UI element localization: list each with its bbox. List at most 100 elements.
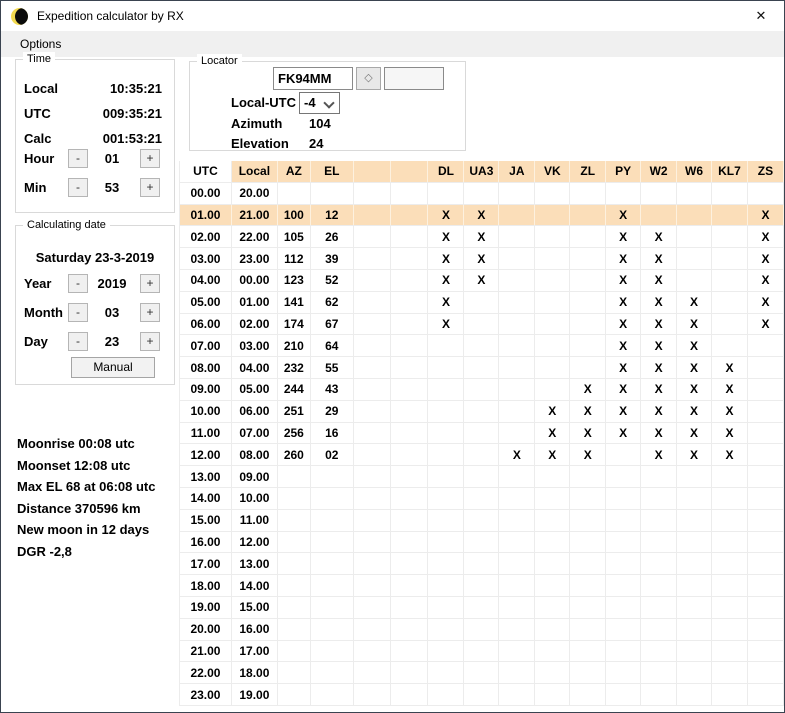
schedule-table: UTCLocalAZELDLUA3JAVKZLPYW2W6KL7ZS00.002… (179, 161, 784, 706)
moonset-info: Moonset 12:08 utc (17, 455, 156, 477)
column-header: UTC (180, 161, 232, 182)
table-cell (353, 313, 390, 335)
table-cell (464, 487, 499, 509)
close-button[interactable]: ✕ (750, 7, 772, 25)
table-cell (606, 509, 641, 531)
table-cell: 105 (277, 226, 310, 248)
table-cell (353, 204, 390, 226)
menu-item-options[interactable]: Options (16, 35, 65, 53)
title-bar: Expedition calculator by RX ✕ (1, 1, 784, 31)
table-cell: 141 (277, 291, 310, 313)
table-cell (570, 248, 606, 270)
local-utc-select[interactable]: -4 (299, 92, 340, 114)
table-cell: X (464, 248, 499, 270)
table-cell: 39 (310, 248, 353, 270)
year-stepper: Year - 2019 + (16, 274, 174, 294)
table-cell: 52 (310, 269, 353, 291)
table-cell: X (535, 400, 570, 422)
year-value: 2019 (88, 274, 136, 293)
table-cell (310, 487, 353, 509)
table-cell (390, 269, 428, 291)
table-cell: X (641, 422, 677, 444)
table-cell (535, 553, 570, 575)
table-cell (711, 487, 747, 509)
table-cell (570, 466, 606, 488)
hour-plus-button[interactable]: + (140, 149, 160, 168)
local-utc-label: Local-UTC (231, 95, 296, 110)
table-cell (277, 684, 310, 706)
table-row: 14.0010.00 (180, 487, 784, 509)
table-cell (747, 400, 783, 422)
year-plus-button[interactable]: + (140, 274, 160, 293)
table-cell: X (606, 204, 641, 226)
table-cell (570, 509, 606, 531)
table-cell: X (570, 378, 606, 400)
year-minus-button[interactable]: - (68, 274, 88, 293)
table-cell (464, 291, 499, 313)
table-cell (464, 182, 499, 204)
table-cell (464, 531, 499, 553)
table-cell (390, 313, 428, 335)
minute-plus-button[interactable]: + (140, 178, 160, 197)
table-cell (606, 575, 641, 597)
table-cell (277, 596, 310, 618)
swap-locator-button[interactable]: ◇ (356, 67, 381, 90)
table-cell (641, 204, 677, 226)
table-cell: 64 (310, 335, 353, 357)
table-cell (535, 640, 570, 662)
time-group-legend: Time (23, 52, 55, 66)
table-cell (535, 662, 570, 684)
table-cell (570, 575, 606, 597)
table-cell (711, 204, 747, 226)
table-cell: 19.00 (231, 684, 277, 706)
minute-minus-button[interactable]: - (68, 178, 88, 197)
table-cell (353, 531, 390, 553)
table-cell: 244 (277, 378, 310, 400)
utc-time-label: UTC (24, 104, 51, 124)
table-cell: X (570, 444, 606, 466)
hour-minus-button[interactable]: - (68, 149, 88, 168)
table-cell (606, 444, 641, 466)
secondary-locator-input[interactable] (384, 67, 444, 90)
month-minus-button[interactable]: - (68, 303, 88, 322)
table-cell: 06.00 (231, 400, 277, 422)
table-cell: 210 (277, 335, 310, 357)
day-plus-button[interactable]: + (140, 332, 160, 351)
table-cell (711, 509, 747, 531)
month-plus-button[interactable]: + (140, 303, 160, 322)
day-stepper: Day - 23 + (16, 332, 174, 352)
table-cell (747, 487, 783, 509)
table-cell: X (747, 291, 783, 313)
locator-group: Locator ◇ Local-UTC -4 Azimuth 104 Eleva… (189, 61, 466, 151)
column-header (390, 161, 428, 182)
table-cell: 12.00 (180, 444, 232, 466)
table-cell (641, 684, 677, 706)
table-cell: X (641, 378, 677, 400)
table-cell (535, 684, 570, 706)
table-cell: 174 (277, 313, 310, 335)
table-cell: 21.00 (180, 640, 232, 662)
table-cell (428, 684, 464, 706)
table-cell (677, 662, 712, 684)
table-cell (535, 466, 570, 488)
table-cell (277, 509, 310, 531)
table-cell (641, 182, 677, 204)
table-cell (677, 269, 712, 291)
table-cell: X (747, 269, 783, 291)
table-cell: X (711, 444, 747, 466)
table-row: 19.0015.00 (180, 596, 784, 618)
locator-input[interactable] (273, 67, 353, 90)
table-cell: X (499, 444, 535, 466)
day-minus-button[interactable]: - (68, 332, 88, 351)
table-cell: 14.00 (231, 575, 277, 597)
table-row: 16.0012.00 (180, 531, 784, 553)
table-cell (353, 444, 390, 466)
table-cell (390, 596, 428, 618)
table-cell (464, 509, 499, 531)
table-cell: 18.00 (180, 575, 232, 597)
table-cell (464, 553, 499, 575)
manual-button[interactable]: Manual (71, 357, 155, 378)
table-cell (535, 204, 570, 226)
table-cell (464, 444, 499, 466)
table-cell (390, 466, 428, 488)
